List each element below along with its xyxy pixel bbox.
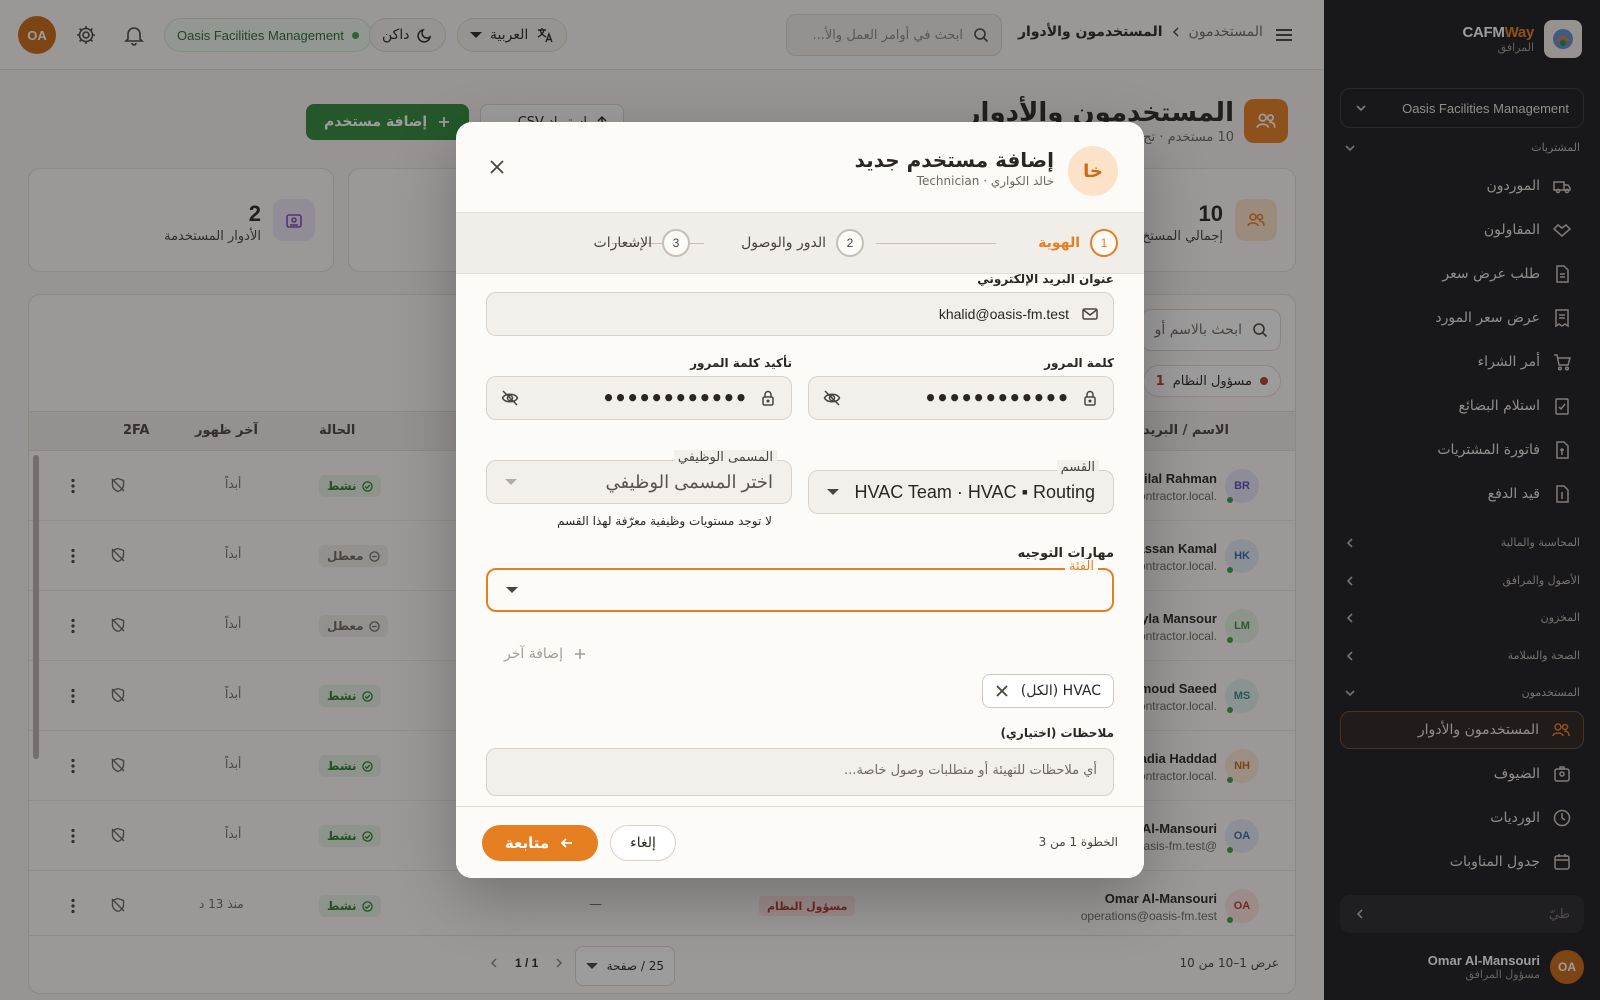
confirm-password-field[interactable]: •••••••••••• [486, 376, 792, 420]
dialog-body: عنوان البريد الإلكتروني khalid@oasis-fm.… [456, 274, 1144, 806]
job-title-select[interactable]: المسمى الوظيفي اختر المسمى الوظيفي [486, 450, 792, 504]
department-select[interactable]: القسم HVAC Team · HVAC ▪ Routing [808, 460, 1114, 514]
step-identity[interactable]: 1 الهوية [1038, 229, 1118, 257]
close-icon[interactable] [486, 156, 508, 178]
notes-field[interactable]: أي ملاحظات للتهيئة أو متطلبات وصول خاصة.… [486, 748, 1114, 796]
cancel-button[interactable]: إلغاء [610, 825, 676, 861]
chevron-down-icon [505, 479, 517, 485]
arrow-left-icon [559, 835, 575, 851]
email-label: عنوان البريد الإلكتروني [977, 274, 1114, 286]
dialog-footer: الخطوة 1 من 3 إلغاء متابعة [456, 806, 1144, 878]
dialog-title: إضافة مستخدم جديد [854, 148, 1054, 172]
email-field[interactable]: khalid@oasis-fm.test [486, 292, 1114, 336]
stepper: 1 الهوية 2 الدور والوصول 3 الإشعارات [456, 212, 1144, 274]
eye-off-icon[interactable] [823, 389, 841, 407]
step-counter: الخطوة 1 من 3 [1038, 835, 1118, 849]
lock-icon [759, 389, 777, 407]
password-label: كلمة المرور [1044, 356, 1114, 370]
step-role-access[interactable]: 2 الدور والوصول [741, 229, 864, 257]
close-icon[interactable] [995, 684, 1009, 698]
step-connector [876, 243, 996, 244]
plus-icon [573, 647, 587, 661]
confirm-password-label: تأكيد كلمة المرور [690, 356, 792, 370]
chevron-down-icon [827, 489, 839, 495]
job-title-label: المسمى الوظيفي [673, 450, 777, 465]
add-another-button[interactable]: إضافة آخر [504, 646, 587, 662]
continue-button[interactable]: متابعة [482, 825, 598, 861]
password-field[interactable]: •••••••••••• [808, 376, 1114, 420]
step-notifications[interactable]: 3 الإشعارات [594, 229, 690, 257]
skill-chip: HVAC (الكل) [981, 674, 1114, 708]
mail-icon [1081, 305, 1099, 323]
department-label: القسم [1056, 460, 1099, 475]
chevron-down-icon [506, 587, 518, 593]
category-label: الفئة [1064, 559, 1098, 574]
job-title-hint: لا توجد مستويات وظيفية معرّفة لهذا القسم [557, 514, 772, 528]
add-user-dialog: خا إضافة مستخدم جديد خالد الكواري · Tech… [456, 122, 1144, 878]
notes-label: ملاحظات (اختياري) [1000, 726, 1114, 740]
avatar: خا [1068, 146, 1118, 196]
dialog-subtitle: خالد الكواري · Technician [916, 174, 1054, 188]
lock-icon [1081, 389, 1099, 407]
eye-off-icon[interactable] [501, 389, 519, 407]
category-select[interactable]: الفئة [486, 559, 1114, 612]
